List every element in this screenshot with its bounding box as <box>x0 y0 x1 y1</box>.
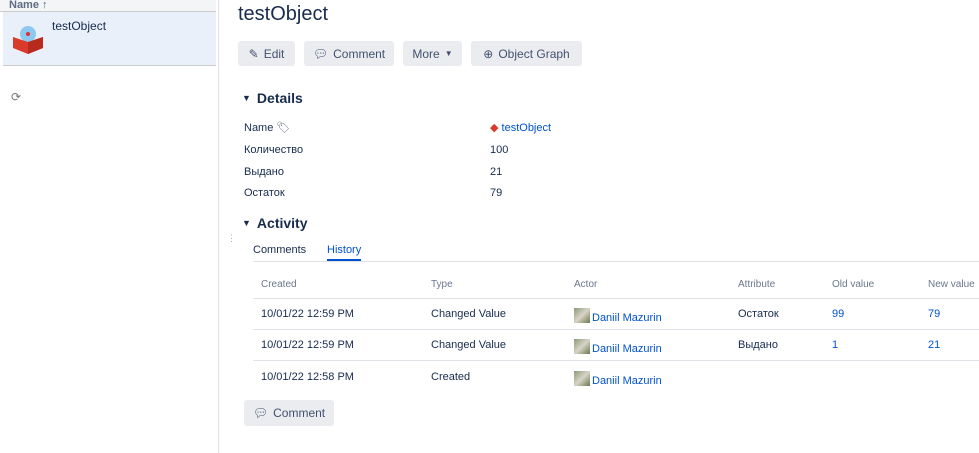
list-item-name: testObject <box>52 19 107 33</box>
details-section-toggle[interactable]: ▼ Details <box>242 90 303 106</box>
history-cell-created: 10/01/22 12:58 PM <box>261 371 354 383</box>
history-cell-type: Changed Value <box>431 339 507 351</box>
details-heading: Details <box>256 90 303 106</box>
more-button[interactable]: More ▼ <box>403 41 462 66</box>
row-divider <box>253 298 979 299</box>
add-comment-button[interactable]: 💬︎ Comment <box>244 400 334 426</box>
chevron-down-icon: ▼ <box>444 49 453 58</box>
more-label: More <box>412 46 440 61</box>
graph-icon: ⊕ <box>483 46 494 61</box>
detail-value: 79 <box>490 187 503 199</box>
detail-value: 100 <box>490 144 509 156</box>
actor-link[interactable]: Daniil Mazurin <box>592 375 662 387</box>
detail-value: 21 <box>490 166 503 178</box>
page-title: testObject <box>238 3 329 25</box>
history-cell-type: Created <box>431 371 471 383</box>
object-list-panel: Name ↑ testObject ⟳ <box>0 0 219 453</box>
history-cell-new-value[interactable]: 79 <box>928 308 940 320</box>
activity-section-toggle[interactable]: ▼ Activity <box>242 215 308 231</box>
tab-history[interactable]: History <box>327 244 362 261</box>
column-header: Actor <box>574 279 598 290</box>
history-cell-attribute: Выдано <box>738 339 778 351</box>
pencil-icon: ✎ <box>248 46 259 61</box>
history-cell-created: 10/01/22 12:59 PM <box>261 308 354 320</box>
detail-value-name[interactable]: ◆ testObject <box>490 121 551 134</box>
edit-button[interactable]: ✎ Edit <box>238 41 295 66</box>
avatar <box>574 371 590 386</box>
column-header: New value <box>928 279 975 290</box>
column-header: Old value <box>832 279 875 290</box>
actor-link[interactable]: Daniil Mazurin <box>592 343 662 355</box>
row-divider <box>253 329 979 330</box>
column-header: Attribute <box>738 279 776 290</box>
object-link[interactable]: testObject <box>502 122 552 134</box>
detail-label: Выдано <box>244 166 284 178</box>
column-header-label: Name <box>9 0 39 11</box>
detail-label: Количество <box>244 144 304 156</box>
chevron-down-icon: ▼ <box>242 93 251 103</box>
name-column-header[interactable]: Name ↑ <box>0 0 216 12</box>
detail-label: Остаток <box>244 187 285 199</box>
column-header: Type <box>431 279 453 290</box>
tabs-divider <box>253 261 979 262</box>
history-cell-new-value[interactable]: 21 <box>928 339 940 351</box>
object-icon <box>13 26 43 54</box>
comment-icon: 💬︎ <box>252 406 269 420</box>
comment-label: Comment <box>333 46 386 61</box>
history-cell-actor[interactable]: Daniil Mazurin <box>574 308 662 324</box>
arrow-up-icon: ↑ <box>38 0 48 11</box>
column-header: Created <box>261 279 297 290</box>
row-divider <box>253 360 979 361</box>
object-graph-button[interactable]: ⊕ Object Graph <box>471 41 582 66</box>
history-cell-actor[interactable]: Daniil Mazurin <box>574 339 662 355</box>
refresh-icon[interactable]: ⟳ <box>11 90 21 104</box>
history-cell-attribute: Остаток <box>738 308 779 320</box>
chevron-down-icon: ▼ <box>242 218 251 228</box>
comment-label: Comment <box>273 406 326 420</box>
edit-label: Edit <box>263 46 285 61</box>
comment-button[interactable]: 💬︎ Comment <box>304 41 394 66</box>
avatar <box>574 339 590 354</box>
actor-link[interactable]: Daniil Mazurin <box>592 312 662 324</box>
comment-icon: 💬︎ <box>312 46 329 61</box>
history-cell-old-value[interactable]: 1 <box>832 339 838 351</box>
history-cell-type: Changed Value <box>431 308 507 320</box>
tab-comments[interactable]: Comments <box>253 244 306 259</box>
tag-icon: 🏷︎ <box>276 122 291 134</box>
activity-heading: Activity <box>256 215 308 231</box>
avatar <box>574 308 590 323</box>
resize-handle[interactable]: ⋮ <box>227 233 236 244</box>
history-cell-old-value[interactable]: 99 <box>832 308 844 320</box>
list-item[interactable]: testObject <box>3 12 216 66</box>
history-cell-created: 10/01/22 12:59 PM <box>261 339 354 351</box>
graph-label: Object Graph <box>498 46 570 61</box>
history-cell-actor[interactable]: Daniil Mazurin <box>574 371 662 387</box>
object-icon: ◆ <box>490 122 499 134</box>
detail-label: Name 🏷︎ <box>244 121 290 134</box>
label-text: Name <box>244 122 274 134</box>
